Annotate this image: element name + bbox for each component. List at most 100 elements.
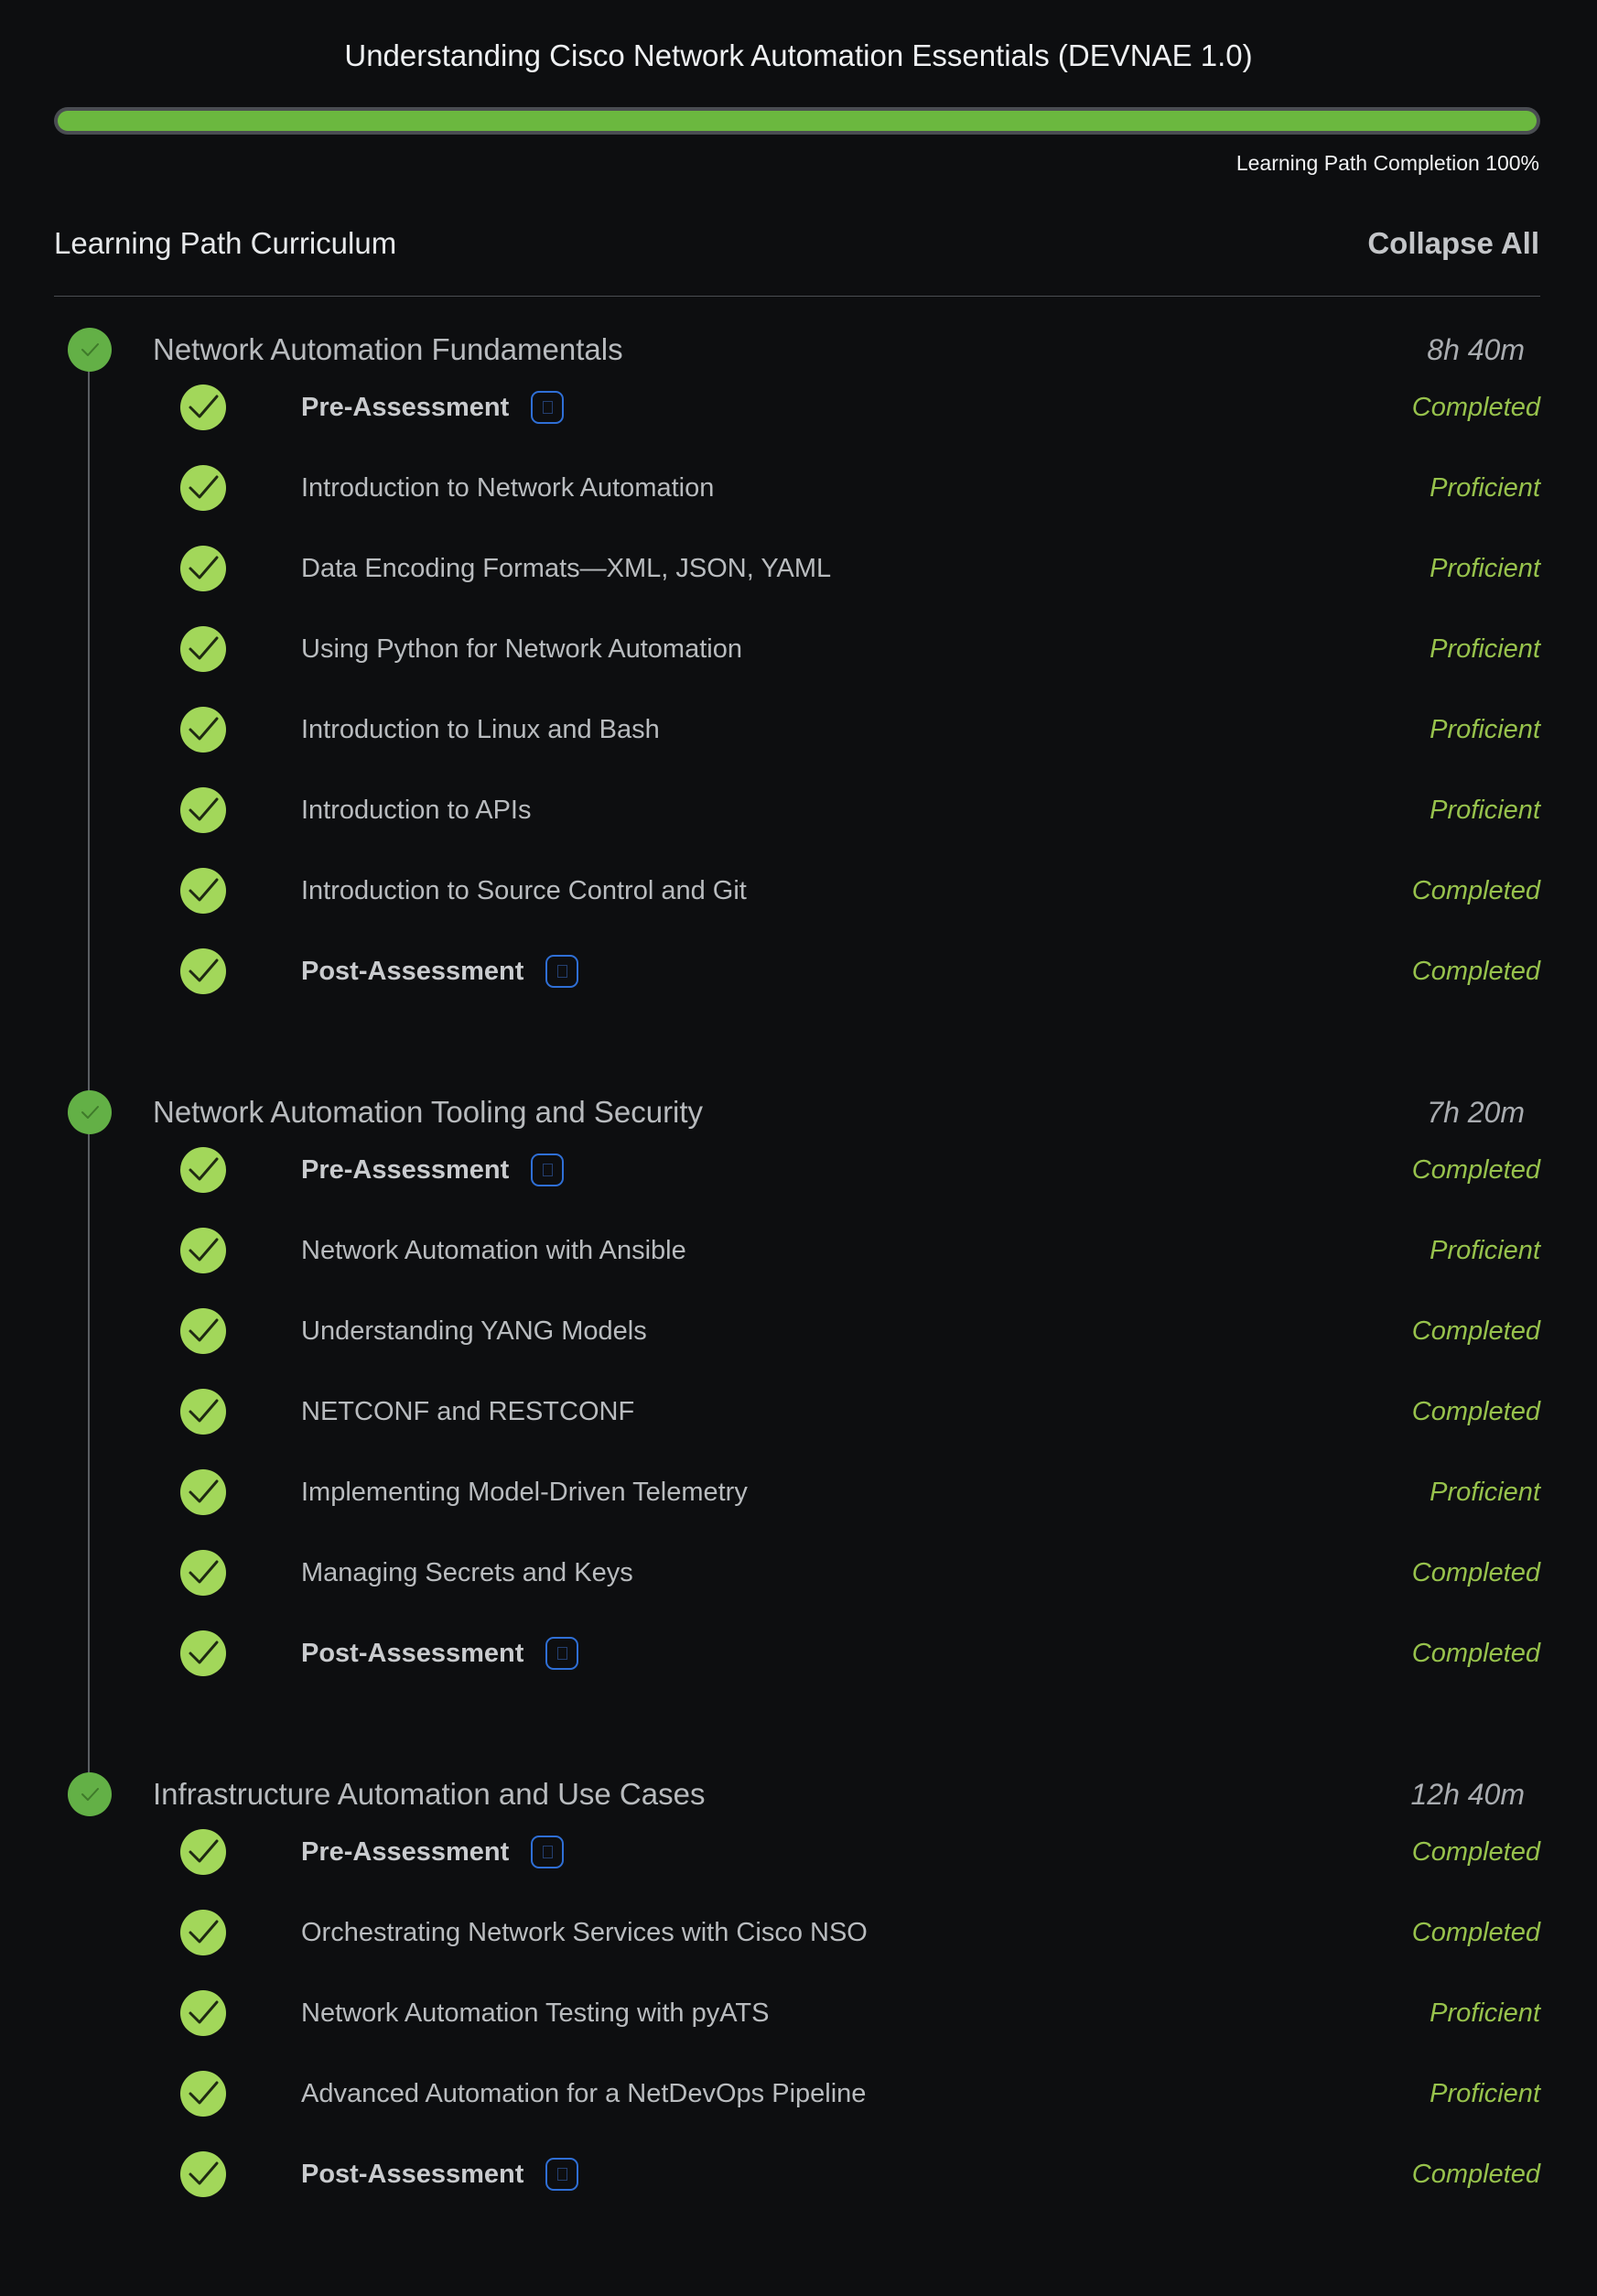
lesson-row[interactable]: Pre-Assessment Completed (180, 380, 1540, 435)
lesson-row[interactable]: Orchestrating Network Services with Cisc… (180, 1905, 1540, 1960)
lesson-row[interactable]: Data Encoding Formats—XML, JSON, YAML Pro… (180, 541, 1540, 596)
lesson-status: Completed (1411, 392, 1540, 422)
lesson-title: Pre-Assessment (301, 1836, 510, 1867)
lesson-row[interactable]: Introduction to Source Control and Git Co… (180, 863, 1540, 918)
timeline-line (88, 349, 90, 1792)
lesson-status: Proficient (1430, 472, 1540, 503)
lesson-title: Post-Assessment (301, 1638, 524, 1668)
module-title[interactable]: Network Automation Tooling and Security (153, 1095, 703, 1130)
collapse-all-button[interactable]: Collapse All (1367, 226, 1539, 261)
lesson-row[interactable]: Managing Secrets and Keys Completed (180, 1545, 1540, 1600)
lesson-row[interactable]: Post-Assessment Completed (180, 2147, 1540, 2202)
module-title[interactable]: Infrastructure Automation and Use Cases (153, 1777, 705, 1812)
lesson-row[interactable]: Post-Assessment Completed (180, 1626, 1540, 1681)
lesson-row[interactable]: Post-Assessment Completed (180, 944, 1540, 999)
lesson-row[interactable]: Network Automation Testing with pyATS Pro… (180, 1986, 1540, 2041)
lesson-check-icon (180, 2071, 226, 2117)
lesson-row[interactable]: Introduction to APIs Proficient (180, 783, 1540, 838)
lesson-check-icon (180, 465, 226, 511)
lesson-row[interactable]: Pre-Assessment Completed (180, 1825, 1540, 1879)
curriculum-heading: Learning Path Curriculum (54, 226, 397, 260)
lesson-check-icon (180, 1829, 226, 1875)
lesson-check-icon (180, 2151, 226, 2197)
lesson-check-icon (180, 626, 226, 672)
lesson-title: Implementing Model-Driven Telemetry (301, 1477, 748, 1507)
lesson-status: Completed (1411, 875, 1540, 905)
lesson-title: Network Automation Testing with pyATS (301, 1998, 770, 2028)
learning-path-progress-bar (54, 107, 1540, 135)
lesson-title: Orchestrating Network Services with Cisc… (301, 1917, 868, 1947)
divider (54, 296, 1540, 297)
lesson-row[interactable]: Implementing Model-Driven Telemetry Profi… (180, 1465, 1540, 1520)
lesson-status: Proficient (1430, 1235, 1540, 1265)
lesson-row[interactable]: Pre-Assessment Completed (180, 1143, 1540, 1197)
lesson-status: Completed (1411, 2159, 1540, 2189)
module-duration: 8h 40m (1427, 333, 1525, 366)
lesson-status: Completed (1411, 1638, 1540, 1668)
lesson-title: Introduction to APIs (301, 795, 532, 825)
lesson-check-icon (180, 1910, 226, 1955)
lesson-title: Introduction to Network Automation (301, 472, 715, 503)
lesson-row[interactable]: NETCONF and RESTCONF Completed (180, 1384, 1540, 1439)
lesson-title: Managing Secrets and Keys (301, 1557, 633, 1587)
lesson-title: NETCONF and RESTCONF (301, 1396, 635, 1426)
module-complete-icon (68, 1772, 112, 1816)
lesson-status: Completed (1411, 1154, 1540, 1185)
assessment-icon[interactable] (531, 391, 565, 424)
lesson-row[interactable]: Introduction to Linux and Bash Proficient (180, 702, 1540, 757)
lesson-check-icon (180, 1469, 226, 1515)
lesson-title: Data Encoding Formats—XML, JSON, YAML (301, 553, 832, 583)
lesson-check-icon (180, 1228, 226, 1273)
lesson-title: Introduction to Source Control and Git (301, 875, 747, 905)
lesson-title: Post-Assessment (301, 956, 524, 986)
page-title: Understanding Cisco Network Automation E… (344, 38, 1253, 72)
lesson-check-icon (180, 1147, 226, 1193)
lesson-title: Advanced Automation for a NetDevOps Pipe… (301, 2078, 867, 2108)
assessment-icon[interactable] (531, 1153, 565, 1186)
completion-label: Learning Path Completion 100% (1236, 151, 1539, 175)
lesson-status: Completed (1411, 1316, 1540, 1346)
lesson-title: Using Python for Network Automation (301, 634, 742, 664)
lesson-check-icon (180, 1550, 226, 1596)
module-duration: 12h 40m (1410, 1778, 1525, 1811)
lesson-status: Proficient (1430, 553, 1540, 583)
lesson-status: Completed (1411, 1917, 1540, 1947)
lesson-check-icon (180, 948, 226, 994)
assessment-icon[interactable] (531, 1836, 565, 1868)
assessment-icon[interactable] (545, 1637, 579, 1670)
lesson-status: Completed (1411, 1557, 1540, 1587)
module-complete-icon (68, 1090, 112, 1134)
lesson-check-icon (180, 707, 226, 753)
lesson-check-icon (180, 1630, 226, 1676)
lesson-check-icon (180, 1990, 226, 2036)
lesson-title: Understanding YANG Models (301, 1316, 647, 1346)
lesson-title: Pre-Assessment (301, 392, 510, 422)
lesson-check-icon (180, 546, 226, 591)
lesson-status: Proficient (1430, 1477, 1540, 1507)
lesson-title: Pre-Assessment (301, 1154, 510, 1185)
module-complete-icon (68, 328, 112, 372)
assessment-icon[interactable] (545, 955, 579, 988)
lesson-status: Proficient (1430, 714, 1540, 744)
progress-fill (58, 111, 1537, 131)
lesson-status: Completed (1411, 1836, 1540, 1867)
lesson-status: Proficient (1430, 795, 1540, 825)
lesson-row[interactable]: Network Automation with Ansible Proficien… (180, 1223, 1540, 1278)
lesson-row[interactable]: Understanding YANG Models Completed (180, 1304, 1540, 1359)
lesson-row[interactable]: Using Python for Network Automation Profi… (180, 622, 1540, 677)
lesson-check-icon (180, 868, 226, 914)
lesson-status: Completed (1411, 956, 1540, 986)
lesson-row[interactable]: Advanced Automation for a NetDevOps Pipe… (180, 2066, 1540, 2121)
lesson-status: Proficient (1430, 2078, 1540, 2108)
lesson-row[interactable]: Introduction to Network Automation Profic… (180, 460, 1540, 515)
lesson-status: Proficient (1430, 634, 1540, 664)
module-title[interactable]: Network Automation Fundamentals (153, 332, 623, 367)
lesson-title: Post-Assessment (301, 2159, 524, 2189)
lesson-check-icon (180, 1389, 226, 1435)
lesson-check-icon (180, 384, 226, 430)
module-duration: 7h 20m (1427, 1096, 1525, 1129)
lesson-check-icon (180, 1308, 226, 1354)
lesson-check-icon (180, 787, 226, 833)
lesson-status: Completed (1411, 1396, 1540, 1426)
assessment-icon[interactable] (545, 2158, 579, 2191)
